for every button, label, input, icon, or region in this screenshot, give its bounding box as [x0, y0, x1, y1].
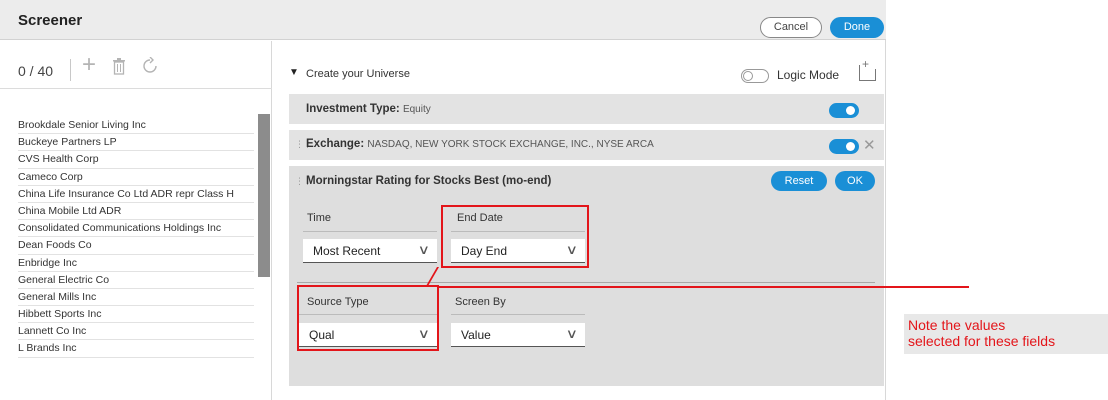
trash-icon[interactable]: [112, 57, 126, 80]
source-type-highlight: [297, 285, 439, 351]
reset-button[interactable]: Reset: [771, 171, 827, 191]
results-scrollbar[interactable]: [258, 114, 270, 277]
plus-icon[interactable]: +: [82, 53, 96, 77]
list-item[interactable]: Buckeye Partners LP: [18, 134, 254, 152]
refresh-icon[interactable]: [142, 56, 158, 80]
annotation-line-1: Note the values: [908, 317, 1006, 333]
list-item[interactable]: Brookdale Senior Living Inc: [18, 117, 254, 135]
annotation-leader-line: [437, 286, 969, 288]
criteria-panel: ⋮⋮ Morningstar Rating for Stocks Best (m…: [289, 166, 884, 386]
investment-type-toggle[interactable]: [829, 103, 859, 118]
toggle-knob: [846, 106, 855, 115]
exchange-row[interactable]: ⋮⋮ Exchange: NASDAQ, NEW YORK STOCK EXCH…: [289, 130, 884, 160]
close-icon[interactable]: ✕: [863, 136, 876, 154]
chevron-down-icon: ∨: [418, 242, 431, 257]
universe-header: ▼ Create your Universe Logic Mode: [289, 57, 879, 86]
results-toolbar: 0 / 40 +: [0, 41, 272, 89]
universe-title[interactable]: Create your Universe: [306, 68, 410, 80]
exchange-toggle[interactable]: [829, 139, 859, 154]
list-item[interactable]: Hibbett Sports Inc: [18, 306, 254, 324]
exchange-label: Exchange: NASDAQ, NEW YORK STOCK EXCHANG…: [306, 138, 654, 150]
list-item[interactable]: L Brands Inc: [18, 340, 254, 358]
criteria-title: Morningstar Rating for Stocks Best (mo-e…: [306, 175, 552, 187]
results-list: Brookdale Senior Living Inc Buckeye Part…: [18, 117, 254, 358]
field-divider: [303, 231, 437, 232]
list-item[interactable]: China Mobile Ltd ADR: [18, 203, 254, 221]
list-item[interactable]: China Life Insurance Co Ltd ADR repr Cla…: [18, 186, 254, 203]
logic-mode-toggle[interactable]: [741, 69, 769, 83]
annotation-line-2: selected for these fields: [908, 333, 1056, 349]
cancel-button[interactable]: Cancel: [760, 17, 822, 38]
list-item[interactable]: Cameco Corp: [18, 169, 254, 186]
screen-by-value: Value: [461, 328, 491, 342]
investment-type-label: Investment Type: Equity: [306, 103, 431, 115]
list-item[interactable]: General Electric Co: [18, 272, 254, 289]
investment-type-value: Equity: [402, 104, 431, 115]
list-item[interactable]: Lannett Co Inc: [18, 323, 254, 341]
time-label: Time: [307, 212, 332, 224]
time-select[interactable]: Most Recent ∨: [303, 239, 437, 263]
section-divider: [297, 282, 875, 283]
ok-button[interactable]: OK: [835, 171, 875, 191]
screen-by-select[interactable]: Value ∨: [451, 323, 585, 347]
screen-by-label: Screen By: [455, 296, 506, 308]
annotation-text: Note the values selected for these field…: [908, 317, 1055, 349]
list-item[interactable]: Dean Foods Co: [18, 237, 254, 255]
selected-count: 0 / 40: [18, 63, 54, 79]
toolbar-divider: [70, 59, 71, 81]
exchange-value: NASDAQ, NEW YORK STOCK EXCHANGE, INC., N…: [367, 139, 654, 150]
toggle-knob: [743, 71, 753, 81]
done-button[interactable]: Done: [830, 17, 884, 38]
page-title: Screener: [18, 12, 83, 29]
annotation-note: Note the values selected for these field…: [904, 314, 1108, 354]
add-criteria-icon[interactable]: [859, 57, 876, 81]
list-item[interactable]: General Mills Inc: [18, 289, 254, 307]
screener-window: Screener Cancel Done 0 / 40 + Brookdale …: [0, 0, 886, 400]
header-bar: Screener Cancel Done: [0, 0, 886, 40]
toggle-knob: [846, 142, 855, 151]
collapse-triangle-icon[interactable]: ▼: [289, 67, 299, 78]
list-item[interactable]: Consolidated Communications Holdings Inc: [18, 220, 254, 238]
chevron-down-icon: ∨: [566, 326, 579, 341]
time-value: Most Recent: [313, 244, 381, 258]
list-item[interactable]: CVS Health Corp: [18, 151, 254, 169]
investment-type-row[interactable]: Investment Type: Equity: [289, 94, 884, 124]
list-item[interactable]: Enbridge Inc: [18, 255, 254, 272]
results-panel: 0 / 40 + Brookdale Senior Living Inc Buc…: [0, 41, 272, 400]
field-divider: [451, 314, 585, 315]
logic-mode-label: Logic Mode: [777, 68, 840, 82]
end-date-highlight: [441, 205, 589, 268]
